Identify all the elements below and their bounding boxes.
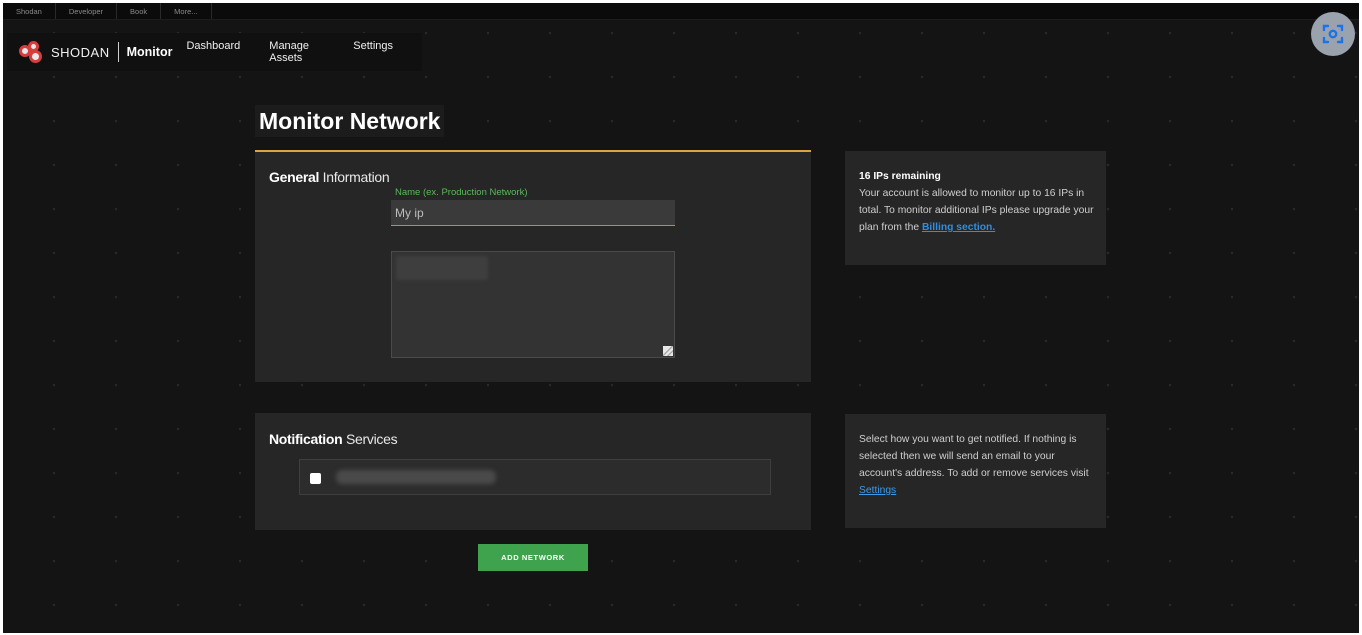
logo-product-name: Monitor — [126, 45, 173, 59]
shodan-monitor-logo[interactable]: SHODAN Monitor — [7, 33, 172, 71]
notification-help-panel: Select how you want to get notified. If … — [845, 414, 1106, 528]
topbar-link-developer[interactable]: Developer — [56, 3, 118, 19]
nav-links: Dashboard Manage Assets Settings — [186, 40, 422, 64]
logo-divider — [117, 42, 119, 62]
notification-help-text: Select how you want to get notified. If … — [859, 431, 1095, 499]
shodan-logo-icon — [19, 41, 45, 63]
nav-manage-assets[interactable]: Manage Assets — [269, 40, 324, 64]
settings-link[interactable]: Settings — [859, 485, 896, 496]
main-navbar: SHODAN Monitor Dashboard Manage Assets S… — [7, 33, 422, 71]
redacted-ip-entry — [396, 256, 488, 280]
billing-section-link[interactable]: Billing section. — [922, 222, 995, 233]
topbar-link-more[interactable]: More... — [161, 3, 212, 19]
resize-handle-icon[interactable] — [663, 346, 673, 356]
redacted-service-name — [336, 470, 496, 484]
ips-remaining-panel: 16 IPs remaining Your account is allowed… — [845, 151, 1106, 265]
topbar-link-shodan[interactable]: Shodan — [3, 3, 56, 19]
general-information-card: General Information Name (ex. Production… — [255, 150, 811, 382]
notification-service-row[interactable] — [299, 459, 771, 495]
logo-wordmark: SHODAN — [51, 44, 110, 60]
topbar-link-book[interactable]: Book — [117, 3, 162, 19]
network-name-label: Name (ex. Production Network) — [395, 187, 528, 198]
service-checkbox[interactable] — [310, 473, 321, 484]
ips-remaining-text: 16 IPs remaining Your account is allowed… — [859, 168, 1095, 236]
page-title: Monitor Network — [255, 105, 445, 137]
network-name-input[interactable] — [391, 200, 675, 226]
notification-help-body: Select how you want to get notified. If … — [859, 434, 1089, 479]
heading-rest: Information — [319, 169, 390, 185]
heading-bold: Notification — [269, 431, 343, 447]
heading-rest: Services — [342, 431, 398, 447]
top-utility-bar: Shodan Developer Book More... — [3, 3, 1359, 20]
heading-bold: General — [269, 169, 320, 185]
ip-list-textarea[interactable] — [391, 251, 675, 358]
nav-dashboard[interactable]: Dashboard — [186, 40, 240, 64]
lens-glyph — [1322, 24, 1344, 44]
general-information-heading: General Information — [269, 169, 390, 185]
browser-viewport: Shodan Developer Book More... SHODAN Mon… — [3, 3, 1359, 633]
notification-services-heading: Notification Services — [269, 431, 398, 447]
google-lens-icon[interactable] — [1311, 12, 1355, 56]
notification-services-card: Notification Services — [255, 413, 811, 530]
nav-settings[interactable]: Settings — [353, 40, 393, 64]
ips-remaining-heading: 16 IPs remaining — [859, 171, 941, 182]
add-network-button[interactable]: ADD NETWORK — [478, 544, 588, 571]
